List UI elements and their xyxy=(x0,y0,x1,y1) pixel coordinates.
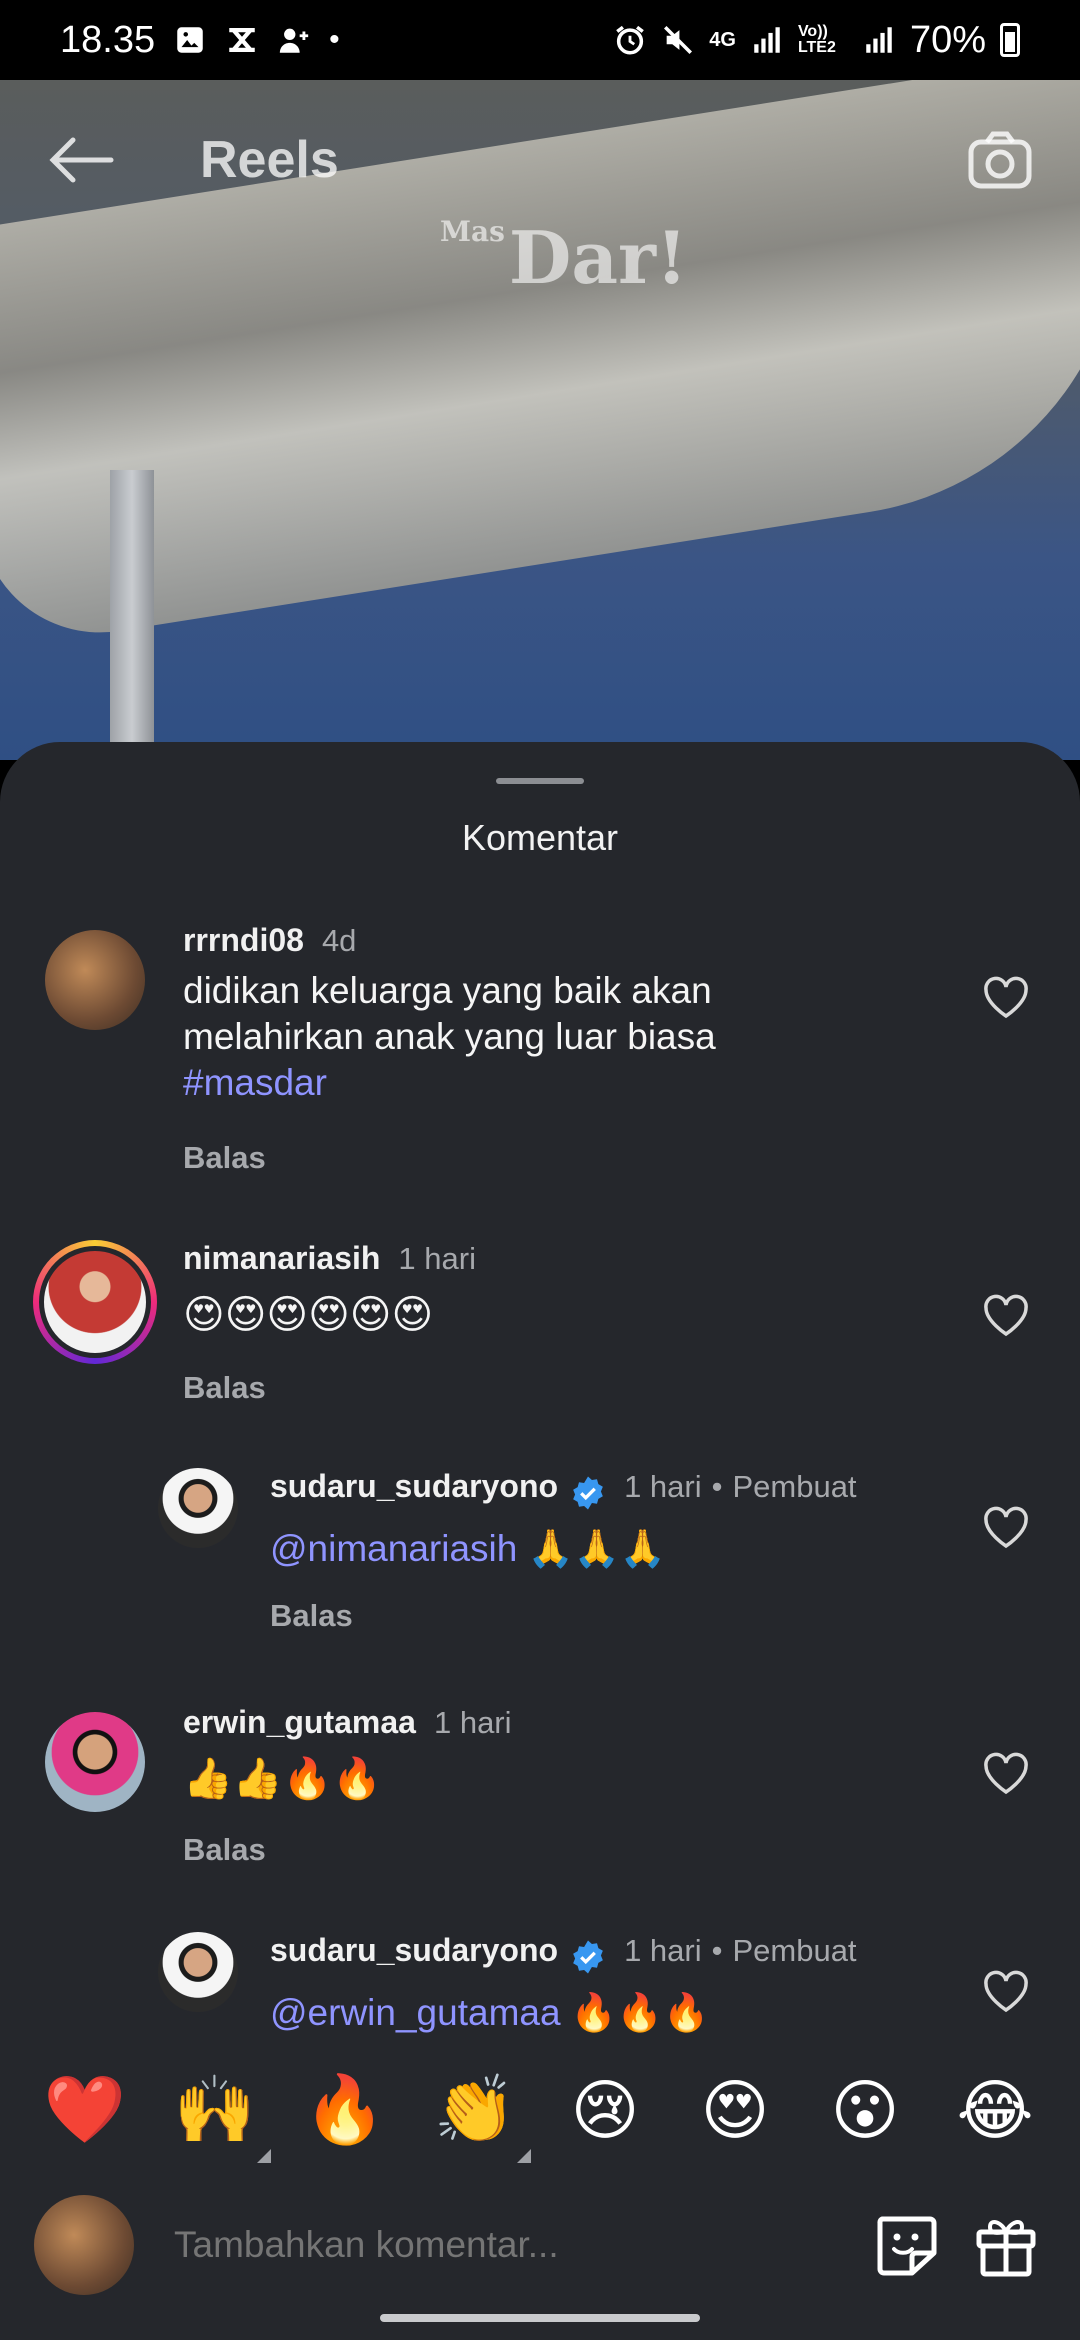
reels-header: Reels xyxy=(0,80,1080,240)
sticker-button[interactable] xyxy=(866,2205,946,2285)
gallery-icon xyxy=(177,27,203,53)
mention-link[interactable]: @nimanariasih xyxy=(270,1528,517,1569)
emoji-surprised[interactable]: 😮 xyxy=(815,2072,915,2149)
sheet-grabber[interactable] xyxy=(496,778,584,784)
comment-username[interactable]: erwin_gutamaa xyxy=(183,1704,416,1740)
like-heart-icon[interactable] xyxy=(982,976,1030,1020)
comment-text: didikan keluarga yang baik akan melahirk… xyxy=(183,968,963,1106)
sticker-icon xyxy=(877,2216,937,2276)
comment-username[interactable]: sudaru_sudaryono xyxy=(270,1932,558,1968)
sheet-title: Komentar xyxy=(461,817,619,858)
comment-time: 1 hari xyxy=(433,1705,512,1740)
gift-icon xyxy=(976,2220,1036,2277)
comment-username[interactable]: rrrndi08 xyxy=(183,922,304,958)
emoji-laughing[interactable]: 😂 xyxy=(945,2072,1045,2149)
reply-button[interactable]: Balas xyxy=(183,1140,266,1176)
like-heart-icon[interactable] xyxy=(982,1970,1030,2014)
like-heart-icon[interactable] xyxy=(982,1506,1030,1550)
comment-text: @erwin_gutamaa 🔥🔥🔥 xyxy=(270,1992,710,2033)
comment-text: @nimanariasih 🙏🙏🙏 xyxy=(270,1528,666,1569)
comment-input[interactable] xyxy=(174,2224,846,2266)
avatar[interactable] xyxy=(158,1468,238,1548)
reply-button[interactable]: Balas xyxy=(183,1832,266,1868)
comment-composer xyxy=(0,2180,1080,2310)
network-type: 4G xyxy=(709,28,736,51)
alarm-icon xyxy=(616,25,645,55)
signal-icon-2 xyxy=(866,27,892,53)
avatar[interactable] xyxy=(158,1932,238,2012)
battery-icon xyxy=(1000,23,1020,57)
home-indicator[interactable] xyxy=(380,2314,700,2322)
separator-dot: • xyxy=(711,1933,723,1968)
avatar[interactable] xyxy=(45,1712,145,1812)
status-bar: 18.35 • 4G Vo)) LTE2 70% xyxy=(0,0,1080,80)
pole-image xyxy=(110,470,154,760)
emoji-heart[interactable]: ❤️ xyxy=(35,2071,135,2149)
arrow-left-icon xyxy=(49,137,114,183)
my-avatar xyxy=(34,2195,134,2295)
reply-button[interactable]: Balas xyxy=(183,1370,266,1406)
mention-link[interactable]: @erwin_gutamaa xyxy=(270,1992,561,2033)
volte-label: Vo)) LTE2 xyxy=(797,23,836,56)
reply-button[interactable]: Balas xyxy=(270,1598,353,1634)
hashtag-link[interactable]: #masdar xyxy=(183,1060,963,1106)
comments-list[interactable]: rrrndi08 4d didikan keluarga yang baik ak… xyxy=(0,922,1080,2132)
like-heart-icon[interactable] xyxy=(982,1752,1030,1796)
page-title: Reels xyxy=(200,131,339,189)
back-button[interactable] xyxy=(40,120,120,200)
gift-button[interactable] xyxy=(966,2205,1046,2285)
add-user-icon xyxy=(279,28,309,53)
avatar-story-ring[interactable] xyxy=(33,1240,157,1364)
creator-label: Pembuat xyxy=(732,1933,857,1968)
emoji-crying[interactable]: 😢 xyxy=(555,2072,655,2149)
comment-text: 😍😍😍😍😍😍 xyxy=(183,1293,434,1337)
battery-percent: 70% xyxy=(909,18,986,61)
camera-icon xyxy=(968,131,1032,189)
comment-time: 1 hari xyxy=(398,1241,476,1276)
creator-label: Pembuat xyxy=(732,1469,857,1504)
separator-dot: • xyxy=(711,1469,723,1504)
comment-text: 👍👍🔥🔥 xyxy=(183,1757,383,1801)
emoji-fire[interactable]: 🔥 xyxy=(295,2071,395,2149)
comment-username[interactable]: nimanariasih xyxy=(183,1240,380,1276)
quick-emoji-bar: ❤️ 🙌 🔥 👏 😢 😍 😮 😂 xyxy=(0,2040,1080,2180)
comment-time: 1 hari xyxy=(624,1469,702,1504)
avatar[interactable] xyxy=(45,930,145,1030)
mute-icon xyxy=(664,25,693,55)
capcut-icon xyxy=(229,27,255,53)
signal-icon xyxy=(754,27,780,53)
comment-username[interactable]: sudaru_sudaryono xyxy=(270,1468,558,1504)
emoji-clapping[interactable]: 👏 xyxy=(425,2071,531,2163)
verified-badge-icon xyxy=(573,1940,603,1974)
like-heart-icon[interactable] xyxy=(982,1294,1030,1338)
skin-tone-indicator xyxy=(257,2149,271,2163)
comment-time: 1 hari xyxy=(624,1933,702,1968)
camera-button[interactable] xyxy=(960,120,1040,200)
verified-badge-icon xyxy=(573,1476,603,1510)
emoji-raising-hands[interactable]: 🙌 xyxy=(165,2071,271,2163)
clock: 18.35 xyxy=(60,18,156,61)
dot-icon: • xyxy=(329,23,340,56)
skin-tone-indicator xyxy=(517,2149,531,2163)
comment-time: 4d xyxy=(321,923,357,958)
emoji-heart-eyes[interactable]: 😍 xyxy=(685,2072,785,2149)
